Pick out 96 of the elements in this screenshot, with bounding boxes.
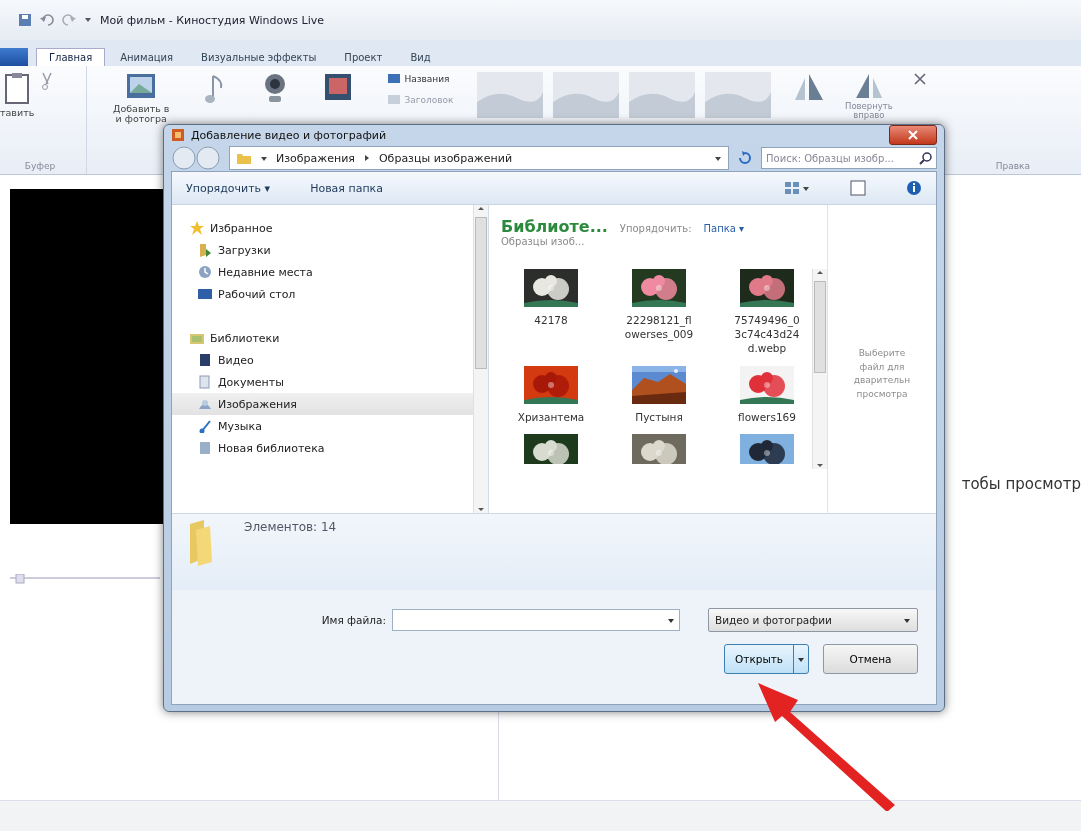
toolbar-button[interactable]: Упорядочить ▾ — [186, 181, 271, 195]
dropdown-icon — [84, 16, 92, 24]
library-icon — [190, 331, 204, 345]
dropdown-icon — [714, 154, 722, 162]
file-name[interactable]: 22298121_flowerses_009 — [624, 313, 694, 342]
search-field[interactable]: Поиск: Образцы изобр... — [761, 147, 937, 169]
download-icon — [198, 243, 212, 257]
theme-thumbnail-icon — [705, 72, 772, 118]
nav-item[interactable]: Документы — [172, 371, 473, 393]
music-icon — [198, 419, 212, 433]
desktop-icon — [198, 287, 212, 301]
nav-item[interactable]: Недавние места — [172, 261, 473, 283]
ribbon-label: и фотогра — [115, 113, 167, 124]
library-icon — [198, 441, 212, 455]
file-name[interactable]: 42178 — [516, 313, 586, 328]
nav-item[interactable]: Музыка — [172, 415, 473, 437]
dropdown-icon — [667, 616, 675, 624]
breadcrumb-item[interactable]: Образцы изображений — [378, 151, 513, 165]
nav-item[interactable]: Изображения — [172, 393, 473, 415]
chevron-icon — [260, 154, 268, 162]
title-icon — [387, 72, 402, 85]
rotate-left-icon — [793, 72, 825, 102]
cancel-button[interactable]: Отмена — [823, 644, 918, 674]
preview-pane-icon — [850, 180, 866, 196]
save-icon — [18, 13, 32, 27]
ribbon-tab[interactable]: Анимация — [107, 48, 187, 66]
library-subtitle: Образцы изоб... — [501, 236, 586, 247]
star-icon — [190, 221, 204, 235]
remove-icon — [912, 72, 927, 86]
nav-item[interactable]: Рабочий стол — [172, 283, 473, 305]
clock-icon — [198, 265, 212, 279]
file-type-dropdown[interactable]: Видео и фотографии — [708, 608, 918, 632]
file-name[interactable]: flowers169 — [732, 409, 802, 424]
scroll-thumb[interactable] — [475, 217, 487, 369]
storyboard-hint: тобы просмотр — [961, 475, 1081, 493]
ribbon-tab[interactable]: Проект — [331, 48, 396, 66]
dropdown-icon — [797, 655, 805, 663]
close-button[interactable] — [889, 125, 937, 145]
file-name[interactable]: 75749496_03c74c43d24d.webp — [732, 313, 802, 356]
ribbon-tab[interactable]: Главная — [36, 48, 106, 66]
group-label: Правка — [995, 161, 1030, 171]
ribbon-label: вправо — [853, 110, 885, 120]
scroll-up-icon — [816, 269, 824, 277]
preview-hint: Выберите файл для дварительн просмотра — [852, 347, 912, 401]
scroll-thumb[interactable] — [814, 281, 826, 373]
nav-item[interactable]: Библиотеки — [172, 327, 473, 349]
arrange-dropdown[interactable]: Папка ▾ — [703, 223, 745, 234]
theme-thumbnail-icon — [553, 72, 620, 118]
search-icon — [919, 151, 932, 165]
library-title: Библиоте... — [501, 217, 608, 236]
undo-icon — [40, 13, 54, 27]
filename-field[interactable] — [392, 609, 680, 631]
redo-icon — [62, 13, 76, 27]
ribbon-label: Заголовок — [404, 94, 454, 105]
seek-slider-icon — [10, 574, 160, 584]
nav-item[interactable]: Новая библиотека — [172, 437, 473, 459]
scroll-down-icon — [816, 461, 824, 469]
refresh-icon — [737, 150, 753, 166]
photos-icon — [125, 72, 158, 100]
ribbon-tab[interactable]: Вид — [397, 48, 444, 66]
window-title: Мой фильм - Киностудия Windows Live — [100, 13, 324, 27]
close-icon — [907, 129, 919, 141]
nav-item[interactable]: Загрузки — [172, 239, 473, 261]
ribbon-label: тавить — [0, 107, 35, 118]
breadcrumb-item[interactable]: Изображения — [276, 151, 355, 165]
ribbon-label: Повернуть — [845, 101, 893, 111]
view-icon — [784, 179, 810, 197]
video-icon — [198, 353, 212, 367]
chevron-icon — [362, 154, 371, 162]
nav-item[interactable]: Избранное — [172, 217, 473, 239]
file-name[interactable]: Хризантема — [516, 409, 586, 424]
documents-icon — [198, 375, 212, 389]
toolbar-button[interactable]: Новая папка — [310, 181, 383, 195]
filename-label: Имя файла: — [321, 614, 386, 626]
scissors-icon — [40, 72, 55, 90]
file-name[interactable]: Пустыня — [624, 409, 694, 424]
theme-thumbnail-icon — [629, 72, 696, 118]
address-bar[interactable]: Изображения Образцы изображений — [229, 146, 729, 170]
dialog-title: Добавление видео и фотографий — [191, 128, 387, 142]
dialog-app-icon — [171, 127, 185, 143]
caption-icon — [387, 93, 402, 106]
theme-thumbnail-icon — [477, 72, 544, 118]
group-label: Буфер — [23, 161, 57, 171]
arrange-label: Упорядочить: — [619, 223, 692, 234]
clipboard-icon — [4, 72, 31, 104]
ribbon-label: Названия — [404, 73, 450, 84]
nav-item[interactable]: Видео — [172, 349, 473, 371]
ribbon-label: Добавить в — [113, 103, 170, 114]
help-icon — [906, 180, 922, 196]
pictures-icon — [198, 397, 212, 411]
item-count: Элементов: 14 — [244, 520, 337, 536]
open-button[interactable]: Открыть — [724, 644, 809, 674]
dropdown-icon — [903, 616, 911, 624]
snapshot-icon — [323, 72, 354, 102]
ribbon-tab[interactable]: Визуальные эффекты — [188, 48, 330, 66]
file-menu-button[interactable] — [0, 48, 28, 66]
